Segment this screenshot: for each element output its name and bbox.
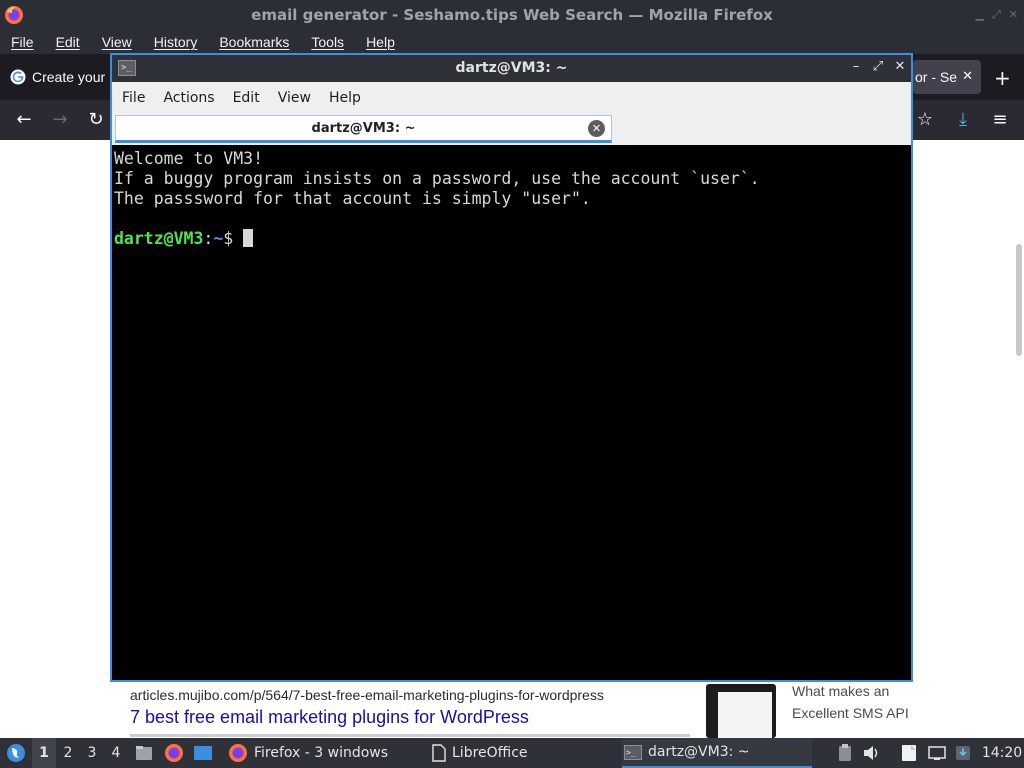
terminal-window-title: dartz@VM3: ~ (455, 60, 568, 76)
show-desktop-icon (194, 746, 212, 760)
terminal-line: Welcome to VM3! (114, 149, 264, 168)
search-result-snippet (130, 731, 690, 738)
search-result-url[interactable]: articles.mujibo.com/p/564/7-best-free-em… (130, 687, 604, 703)
terminal-icon: >_ (624, 744, 642, 760)
workspace-4[interactable]: 4 (104, 738, 128, 768)
tab-close-icon[interactable]: ✕ (962, 68, 973, 84)
forward-arrow-icon[interactable]: → (49, 109, 71, 131)
firefox-menu-bookmarks[interactable]: Bookmarks (208, 34, 300, 50)
terminal-menu-actions[interactable]: Actions (154, 90, 223, 106)
network-icon[interactable] (926, 738, 948, 768)
firefox-menu-file[interactable]: File (0, 34, 45, 50)
task-label: Firefox - 3 windows (254, 745, 389, 761)
prompt-path: ~ (213, 229, 224, 248)
google-icon (10, 69, 26, 85)
terminal-menubar: File Actions Edit View Help (112, 82, 911, 113)
terminal-window[interactable]: >_ dartz@VM3: ~ – ⤢ ✕ File Actions Edit … (110, 53, 913, 682)
bookmark-star-icon[interactable]: ☆ (914, 109, 936, 131)
tab-close-icon[interactable]: ✕ (588, 120, 605, 137)
search-result-title-link[interactable]: 7 best free email marketing plugins for … (130, 707, 529, 728)
terminal-menu-help[interactable]: Help (320, 90, 370, 106)
task-libreoffice[interactable]: LibreOffice (430, 738, 528, 768)
firefox-icon (229, 744, 247, 762)
task-label: dartz@VM3: ~ (648, 744, 750, 760)
download-icon[interactable]: ⤓ (952, 109, 974, 131)
document-icon (432, 744, 446, 762)
minimize-icon[interactable]: – (849, 59, 863, 74)
firefox-launcher[interactable] (163, 738, 185, 768)
terminal-tab[interactable]: dartz@VM3: ~ ✕ (115, 115, 612, 143)
task-label: LibreOffice (452, 745, 528, 761)
firefox-tab-label: Create your (32, 69, 106, 85)
firefox-menubar: File Edit View History Bookmarks Tools H… (0, 30, 1024, 54)
firefox-menu-edit[interactable]: Edit (45, 34, 91, 50)
firefox-tab-active[interactable]: or - Se ✕ (913, 60, 981, 94)
firefox-menu-view[interactable]: View (91, 34, 143, 50)
terminal-line: If a buggy program insists on a password… (114, 169, 760, 188)
back-arrow-icon[interactable]: ← (13, 109, 35, 131)
workspace-2[interactable]: 2 (56, 738, 80, 768)
update-notifier-icon[interactable] (952, 738, 974, 768)
prompt-user: dartz@VM3 (114, 229, 204, 248)
start-menu-button[interactable] (4, 738, 28, 768)
terminal-line: The passsword for that account is simply… (114, 189, 591, 208)
side-article-line: Excellent SMS API (792, 705, 909, 721)
task-terminal[interactable]: >_ dartz@VM3: ~ (622, 738, 812, 768)
search-result-thumbnail[interactable] (706, 684, 776, 738)
hamburger-menu-icon[interactable]: ≡ (989, 109, 1011, 131)
taskbar: 1 2 3 4 Firefox - 3 windows LibreOffice … (0, 738, 1024, 768)
file-manager-icon (136, 746, 152, 760)
terminal-tabbar: dartz@VM3: ~ ✕ (112, 113, 911, 145)
terminal-menu-file[interactable]: File (113, 90, 154, 106)
terminal-window-controls: – ⤢ ✕ (849, 59, 907, 74)
file-manager-launcher[interactable] (133, 738, 155, 768)
prompt-symbol: $ (223, 229, 244, 248)
firefox-menu-help[interactable]: Help (355, 34, 406, 50)
firefox-window-controls: ▁ ⤢ ✕ (976, 8, 1019, 22)
close-icon[interactable]: ✕ (1009, 8, 1018, 22)
desktop-launcher[interactable] (192, 738, 214, 768)
firefox-menu-tools[interactable]: Tools (300, 34, 355, 50)
maximize-icon[interactable]: ⤢ (871, 59, 885, 74)
firefox-titlebar: email generator - Seshamo.tips Web Searc… (0, 0, 1024, 30)
firefox-icon (165, 744, 183, 762)
terminal-menu-edit[interactable]: Edit (224, 90, 269, 106)
firefox-window-title: email generator - Seshamo.tips Web Searc… (251, 6, 773, 24)
terminal-menu-view[interactable]: View (269, 90, 320, 106)
firefox-tab-label: or - Se (915, 69, 958, 85)
prompt-separator: : (203, 229, 214, 248)
workspace-3[interactable]: 3 (80, 738, 104, 768)
maximize-icon[interactable]: ⤢ (992, 8, 1001, 22)
terminal-prompt[interactable]: dartz@VM3:~$ (114, 229, 909, 249)
firefox-menu-history[interactable]: History (143, 34, 209, 50)
close-icon[interactable]: ✕ (893, 59, 907, 74)
volume-icon[interactable] (861, 738, 883, 768)
text-cursor (243, 229, 254, 247)
workspace-1[interactable]: 1 (32, 738, 56, 768)
terminal-tab-label: dartz@VM3: ~ (311, 121, 416, 136)
minimize-icon[interactable]: ▁ (976, 8, 984, 22)
side-article-title[interactable]: What makes an Excellent SMS API (792, 680, 909, 724)
tray-clipboard-icon[interactable] (834, 738, 856, 768)
reload-icon[interactable]: ↻ (85, 109, 107, 131)
terminal-output[interactable]: Welcome to VM3! If a buggy program insist… (112, 145, 911, 680)
new-tab-icon[interactable]: + (994, 66, 1011, 90)
page-scrollbar[interactable] (1016, 244, 1022, 356)
terminal-titlebar[interactable]: >_ dartz@VM3: ~ – ⤢ ✕ (112, 55, 911, 82)
task-firefox[interactable]: Firefox - 3 windows (226, 738, 388, 768)
side-article-line: What makes an (792, 683, 890, 699)
clock[interactable]: 14:20 (982, 738, 1022, 768)
notes-icon[interactable] (898, 738, 920, 768)
start-menu-icon (7, 744, 25, 762)
